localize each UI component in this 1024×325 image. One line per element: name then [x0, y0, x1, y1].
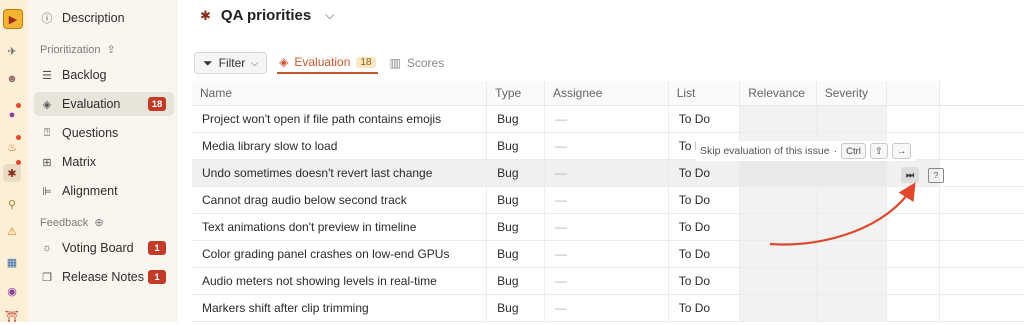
sidebar-item-questions[interactable]: ⍰ Questions — [34, 121, 174, 145]
section-feedback: Feedback ⊕ — [40, 216, 104, 230]
sidebar-item-label: Questions — [62, 126, 119, 140]
sidebar-item-label: Voting Board — [62, 241, 134, 255]
sidebar: ⓘ Description Prioritization ⇪ ☰ Backlog… — [28, 0, 178, 322]
sidebar-item-label: Evaluation — [62, 97, 121, 111]
warning-icon[interactable]: ⚠ — [3, 222, 21, 240]
sidebar-item-voting-board[interactable]: ☼ Voting Board 1 — [34, 236, 174, 260]
orb-icon[interactable]: ◉ — [3, 282, 21, 300]
alignment-icon: ⊫ — [42, 185, 52, 198]
notification-dot — [16, 135, 21, 140]
count-badge: 18 — [148, 97, 166, 111]
calendar-icon[interactable]: ▦ — [3, 253, 21, 271]
annotation-arrow-icon — [769, 182, 916, 246]
list-icon: ☰ — [42, 69, 52, 82]
sidebar-item-label: Alignment — [62, 184, 118, 198]
evaluation-icon: ◈ — [42, 98, 52, 111]
network-icon[interactable]: ⚲ — [3, 195, 21, 213]
gate-icon[interactable]: ⛩ — [3, 307, 21, 325]
sidebar-item-description[interactable]: ⓘ Description — [34, 6, 174, 30]
grid-icon: ⊞ — [42, 156, 52, 169]
play-icon[interactable]: ▶ — [3, 9, 23, 29]
globe-icon[interactable]: ⊕ — [94, 216, 103, 229]
section-label: Feedback — [40, 216, 89, 229]
sidebar-item-label: Matrix — [62, 155, 97, 169]
question-icon: ⍰ — [43, 126, 51, 139]
main-content: ✱ QA priorities ⌵ ⏷ Filter ⌵ ◈ Evaluatio… — [178, 0, 1024, 322]
globe-icon[interactable]: ● — [3, 106, 21, 124]
fire-icon[interactable]: ♨ — [3, 138, 21, 156]
section-label: Prioritization — [40, 43, 101, 56]
sidebar-item-matrix[interactable]: ⊞ Matrix — [34, 150, 174, 174]
sidebar-item-alignment[interactable]: ⊫ Alignment — [34, 179, 174, 203]
sidebar-item-backlog[interactable]: ☰ Backlog — [34, 63, 174, 87]
notification-dot — [16, 103, 21, 108]
app-rail: ▶ ✈ ☻ ● ♨ ✱ ⚲ ⚠ ▦ ◉ ⛩ — [0, 0, 28, 325]
notification-dot — [16, 160, 21, 165]
mask-icon[interactable]: ☻ — [3, 70, 21, 88]
count-badge: 1 — [148, 270, 166, 284]
sidebar-item-evaluation[interactable]: ◈ Evaluation 18 — [34, 92, 174, 116]
section-prioritization: Prioritization ⇪ — [40, 43, 116, 57]
note-icon: ❐ — [42, 271, 52, 284]
sidebar-item-label: Release Notes — [62, 270, 144, 284]
plane-icon[interactable]: ✈ — [3, 42, 21, 60]
count-badge: 1 — [148, 241, 166, 255]
info-icon: ⓘ — [41, 13, 53, 25]
lightbulb-icon: ☼ — [41, 242, 53, 254]
bug-project-icon[interactable]: ✱ — [3, 164, 21, 182]
sidebar-item-label: Backlog — [62, 68, 107, 82]
sidebar-item-label: Description — [62, 11, 125, 25]
share-icon[interactable]: ⇪ — [107, 43, 116, 56]
sidebar-item-release-notes[interactable]: ❐ Release Notes 1 — [34, 265, 174, 289]
